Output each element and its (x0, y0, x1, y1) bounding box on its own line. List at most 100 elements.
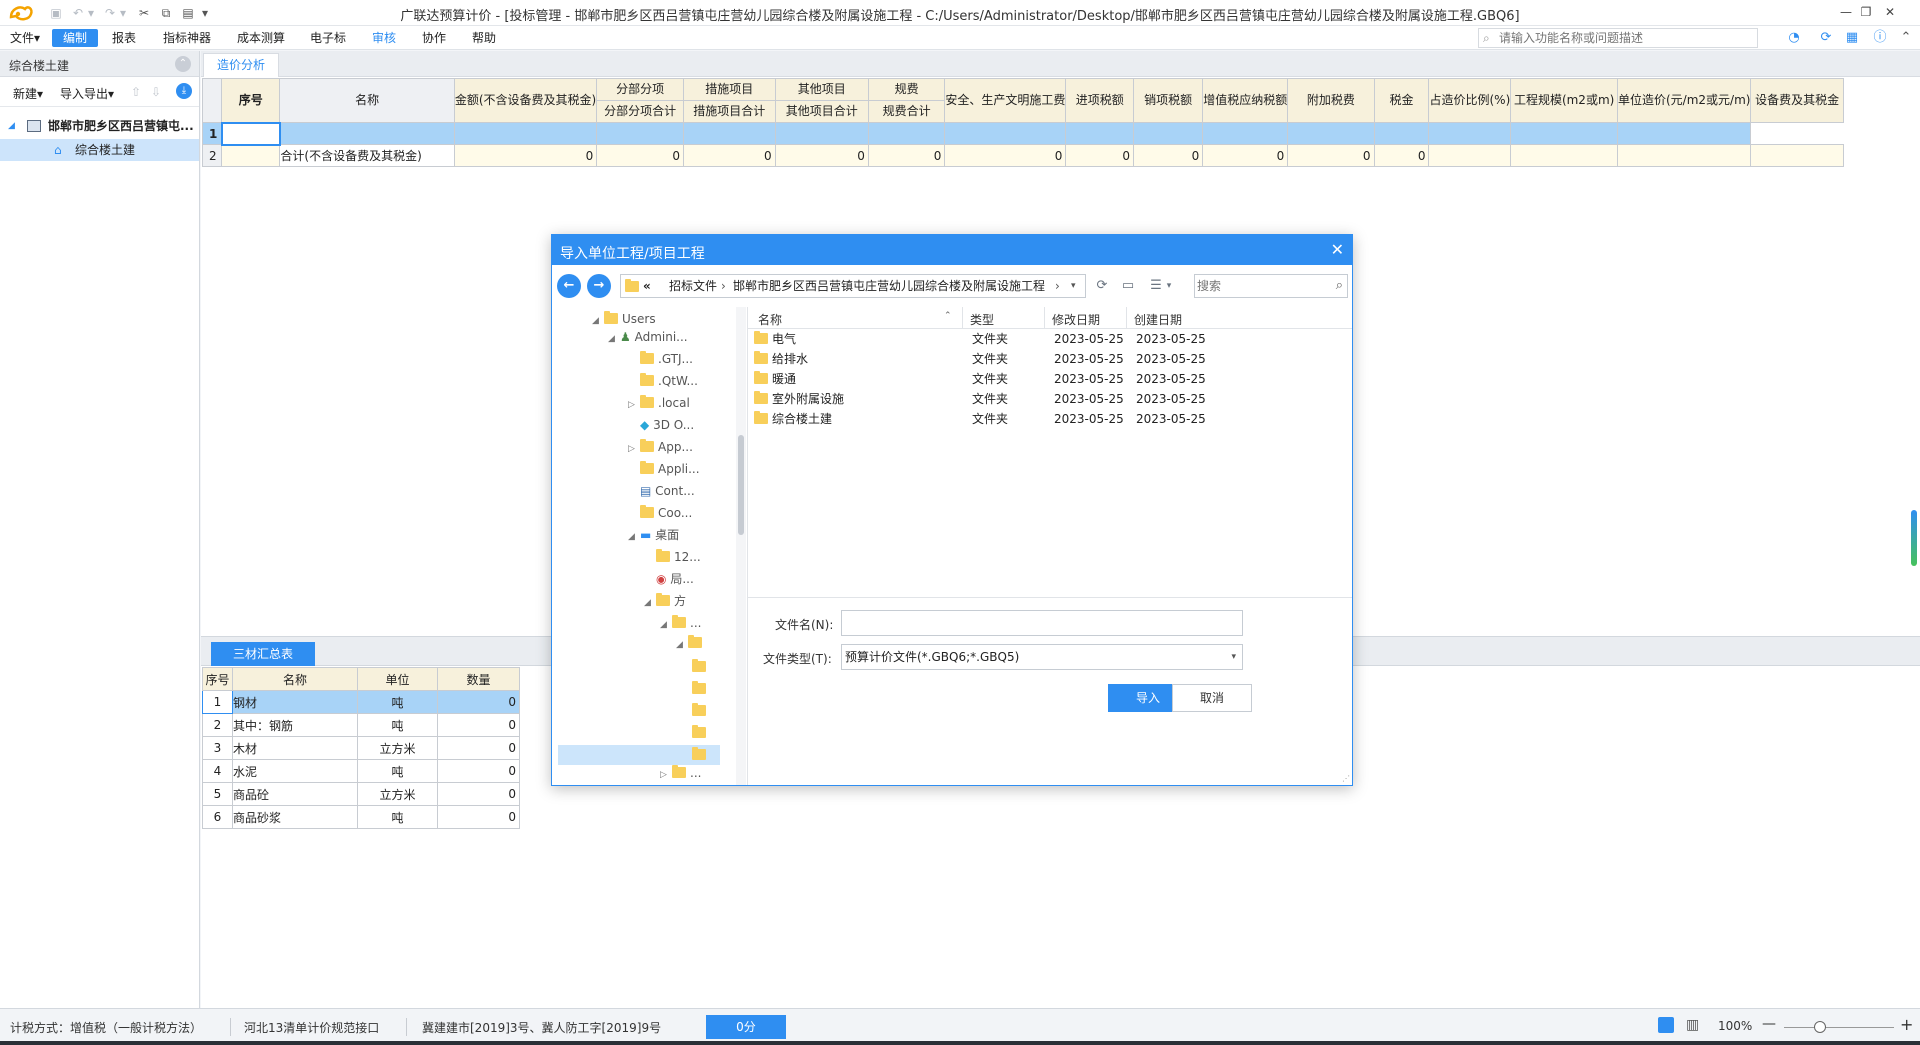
function-search-input[interactable] (1499, 30, 1749, 46)
mat-unit[interactable]: 吨 (357, 759, 438, 783)
header-gf[interactable]: 规费 (867, 78, 946, 101)
header-sbf[interactable]: 设备费及其税金 (1750, 78, 1844, 123)
mat-qty[interactable]: 0 (437, 736, 520, 760)
header-csxm-sub[interactable]: 措施项目合计 (683, 100, 776, 123)
tree-unit-node[interactable]: ⌂ 综合楼土建 (0, 139, 199, 161)
mat-header-name[interactable]: 名称 (232, 667, 358, 691)
move-up-icon[interactable]: ⇧ (131, 85, 141, 99)
menu-collab[interactable]: 协作 (414, 29, 454, 47)
new-folder-icon[interactable]: ▭ (1118, 276, 1138, 296)
expand-arrow-icon[interactable]: ◢ (8, 115, 15, 137)
minimize-icon[interactable]: — (1836, 3, 1856, 21)
collapse-panel-icon[interactable]: ⌃ (175, 56, 191, 72)
tree-node[interactable]: ▷... (660, 763, 701, 783)
table-cell[interactable]: 0 (867, 144, 946, 167)
table-cell[interactable] (683, 122, 776, 145)
table-cell[interactable] (453, 122, 598, 145)
table-cell[interactable]: 0 (1133, 144, 1204, 167)
tree-node[interactable] (692, 657, 710, 677)
table-cell[interactable] (1373, 122, 1430, 145)
tree-node[interactable] (692, 723, 710, 743)
mat-name[interactable]: 商品砼 (232, 782, 358, 806)
zoom-slider-thumb[interactable] (1814, 1021, 1826, 1033)
header-gcgm[interactable]: 工程规模(m2或m) (1510, 78, 1618, 123)
seq-cell-editing[interactable] (220, 121, 281, 146)
apps-grid-icon[interactable]: ▦ (1842, 28, 1862, 48)
table-row[interactable]: 3 木材 立方米 0 (202, 736, 520, 760)
mat-name[interactable]: 木材 (232, 736, 358, 760)
table-cell[interactable]: 0 (1373, 144, 1430, 167)
table-cell[interactable]: 0 (596, 144, 684, 167)
list-item[interactable]: 暖通 文件夹 2023-05-25 2023-05-25 (748, 369, 1352, 389)
view-normal-icon[interactable] (1658, 1017, 1674, 1033)
menu-report[interactable]: 报表 (104, 29, 144, 47)
close-icon[interactable]: ✕ (1880, 3, 1900, 21)
address-bar[interactable]: « 招标文件 › 邯郸市肥乡区西吕营镇屯庄营幼儿园综合楼及附属设施工程 › ▾ (620, 274, 1086, 298)
mat-header-unit[interactable]: 单位 (357, 667, 438, 691)
forward-arrow-icon[interactable]: → (587, 274, 611, 298)
header-seq[interactable]: 序号 (221, 78, 281, 123)
mat-header-no[interactable]: 序号 (202, 667, 233, 691)
sort-ascending-icon[interactable]: ⌃ (944, 311, 952, 321)
table-cell[interactable] (1202, 122, 1289, 145)
table-cell[interactable]: 0 (944, 144, 1067, 167)
mat-unit[interactable]: 吨 (357, 713, 438, 737)
info-icon[interactable]: ⓘ (1870, 28, 1890, 48)
table-cell[interactable]: 0 (774, 144, 869, 167)
menu-edit[interactable]: 编制 (52, 29, 98, 47)
menu-e-bid[interactable]: 电子标 (302, 29, 354, 47)
ribbon-collapse-icon[interactable]: ⌃ (1896, 28, 1916, 48)
tree-node[interactable]: ▷ App... (628, 437, 693, 457)
address-dropdown-icon[interactable]: ▾ (1071, 275, 1076, 297)
dialog-close-icon[interactable]: ✕ (1331, 240, 1344, 259)
chevron-down-icon[interactable]: ▾ (1231, 645, 1236, 669)
tab-cost-analysis[interactable]: 造价分析 (203, 53, 279, 77)
name-cell[interactable]: 合计(不含设备费及其税金) (279, 144, 455, 167)
table-row[interactable]: 5 商品砼 立方米 0 (202, 782, 520, 806)
table-cell[interactable]: 0 (1287, 144, 1375, 167)
table-cell[interactable] (774, 122, 869, 145)
list-item[interactable]: 综合楼土建 文件夹 2023-05-25 2023-05-25 (748, 409, 1352, 429)
table-row[interactable]: 4 水泥 吨 0 (202, 759, 520, 783)
mat-qty[interactable]: 0 (437, 690, 520, 714)
tree-node[interactable]: ◢ ▬ 桌面 (628, 525, 679, 545)
download-icon[interactable]: ⤓ (176, 83, 192, 99)
address-prefix[interactable]: « (643, 275, 651, 297)
table-cell[interactable] (944, 122, 1067, 145)
dialog-search[interactable]: ⌕ (1194, 274, 1348, 298)
restore-icon[interactable]: ❐ (1856, 3, 1876, 21)
mat-header-qty[interactable]: 数量 (437, 667, 520, 691)
mat-name[interactable]: 钢材 (232, 690, 358, 714)
tree-node[interactable] (692, 701, 710, 721)
back-arrow-icon[interactable]: ← (557, 274, 581, 298)
new-button[interactable]: 新建▾ (13, 85, 43, 102)
tree-node[interactable]: ◢ (676, 633, 706, 653)
header-qtxm-sub[interactable]: 其他项目合计 (774, 100, 869, 123)
mat-name[interactable]: 水泥 (232, 759, 358, 783)
col-name[interactable]: 名称 (758, 311, 782, 328)
header-fjs[interactable]: 附加税费 (1287, 78, 1375, 123)
list-item[interactable]: 电气 文件夹 2023-05-25 2023-05-25 (748, 329, 1352, 349)
menu-help[interactable]: 帮助 (464, 29, 504, 47)
header-fbfx-sub[interactable]: 分部分项合计 (596, 100, 684, 123)
sync-icon[interactable]: ⟳ (1816, 28, 1836, 48)
tree-node[interactable]: ◢ Users (592, 309, 656, 329)
table-cell[interactable] (1510, 122, 1618, 145)
tree-node[interactable]: ◉ 局... (644, 569, 694, 589)
table-row[interactable]: 6 商品砂浆 吨 0 (202, 805, 520, 829)
menu-index-tool[interactable]: 指标神器 (155, 29, 219, 47)
mat-qty[interactable]: 0 (437, 759, 520, 783)
header-xxse[interactable]: 销项税额 (1133, 78, 1204, 123)
header-zb[interactable]: 占造价比例(%) (1428, 78, 1512, 123)
col-type[interactable]: 类型 (970, 311, 994, 328)
tree-node[interactable] (692, 745, 710, 765)
tree-node[interactable]: Coo... (628, 503, 692, 523)
table-cell[interactable] (1287, 122, 1375, 145)
table-cell[interactable]: 0 (683, 144, 776, 167)
mat-unit[interactable]: 吨 (357, 805, 438, 829)
table-cell[interactable] (1428, 144, 1512, 167)
zoom-slider-track[interactable] (1784, 1027, 1894, 1028)
resize-grip-icon[interactable]: ⋰ (1342, 774, 1350, 783)
tree-node[interactable]: ▤ Cont... (628, 481, 695, 501)
mat-unit[interactable]: 立方米 (357, 736, 438, 760)
